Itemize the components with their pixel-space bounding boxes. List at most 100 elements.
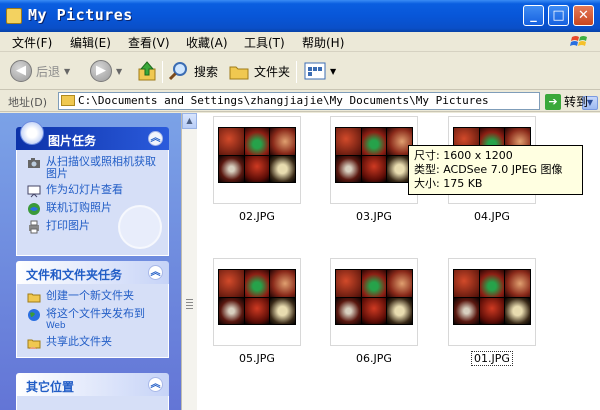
picture-tasks-panel: 图片任务 ︽ 从扫描仪或照相机获取图片 作为幻灯片查看 联机订购照片 打印图片 [16, 121, 169, 256]
task-slideshow[interactable]: 作为幻灯片查看 [27, 184, 162, 198]
address-label: 地址(D) [8, 96, 48, 109]
back-arrow-icon: ◀ [10, 60, 32, 82]
menu-favorites[interactable]: 收藏(A) [186, 34, 228, 51]
file-thumbnail[interactable]: 02.JPG [213, 116, 301, 223]
grip-icon [186, 299, 193, 309]
thumbnail-image [218, 269, 296, 325]
address-path: C:\Documents and Settings\zhangjiajie\My… [78, 94, 489, 107]
folder-icon [6, 8, 22, 24]
chevron-up-icon: ▲ [186, 116, 193, 125]
close-icon: ✕ [578, 8, 589, 23]
forward-button[interactable]: ▶ ▼ [90, 58, 122, 84]
thumbnail-image [335, 269, 413, 325]
camera-icon [28, 158, 40, 168]
search-label: 搜索 [194, 64, 219, 79]
printer-icon [29, 220, 39, 234]
address-bar: 地址(D) C:\Documents and Settings\zhangjia… [0, 90, 600, 112]
file-name: 02.JPG [239, 210, 275, 223]
file-info-tooltip: 尺寸: 1600 x 1200 类型: ACDSee 7.0 JPEG 图像 大… [408, 145, 583, 195]
search-button[interactable]: 搜索 [168, 58, 218, 84]
minimize-icon: _ [530, 8, 537, 23]
menu-view[interactable]: 查看(V) [128, 34, 170, 51]
views-button[interactable]: ▼ [304, 58, 336, 84]
tooltip-type: 类型: ACDSee 7.0 JPEG 图像 [414, 163, 563, 176]
toolbar-separator [296, 61, 297, 83]
menu-file[interactable]: 文件(F) [12, 34, 52, 51]
file-name: 01.JPG [448, 351, 536, 366]
thumbnail-image [453, 269, 531, 325]
picture-tasks-header[interactable]: 图片任务 ︽ [16, 121, 169, 150]
file-thumbnail[interactable]: 05.JPG [213, 258, 301, 365]
file-thumbnail[interactable]: 06.JPG [330, 258, 418, 365]
menu-help[interactable]: 帮助(H) [302, 34, 344, 51]
task-label: 创建一个新文件夹 [46, 289, 134, 302]
new-folder-icon [27, 293, 41, 303]
views-icon [304, 62, 326, 80]
task-label: 共享此文件夹 [46, 335, 112, 348]
thumbnail-image [218, 127, 296, 183]
file-tasks-body: 创建一个新文件夹 将这个文件夹发布到 Web 共享此文件夹 [16, 284, 169, 358]
go-button[interactable]: ➔ 转到 [545, 93, 588, 110]
scroll-up-button[interactable]: ▲ [182, 113, 197, 129]
collapse-icon[interactable]: ︽ [148, 131, 163, 146]
chevron-down-icon: ▼ [330, 66, 337, 76]
file-thumbnail[interactable]: 03.JPG [330, 116, 418, 223]
file-tasks-header[interactable]: 文件和文件夹任务 ︽ [16, 261, 169, 284]
file-name: 03.JPG [356, 210, 392, 223]
file-thumbnail-selected[interactable]: 01.JPG [448, 258, 536, 366]
maximize-button[interactable]: □ [548, 5, 569, 26]
window-title: My Pictures [28, 6, 133, 24]
back-label: 后退 [36, 64, 61, 79]
other-places-title: 其它位置 [26, 380, 75, 394]
thumbnail-frame [330, 116, 418, 204]
picture-watermark-icon [118, 205, 162, 249]
toolbar-separator [162, 61, 163, 83]
other-places-header[interactable]: 其它位置 ︽ [16, 373, 169, 396]
task-label: 从扫描仪或照相机获取图片 [46, 155, 156, 180]
folders-icon [229, 66, 249, 80]
address-input[interactable]: C:\Documents and Settings\zhangjiajie\My… [58, 92, 598, 110]
file-name: 04.JPG [474, 210, 510, 223]
menu-edit[interactable]: 编辑(E) [70, 34, 111, 51]
menu-tools[interactable]: 工具(T) [244, 34, 285, 51]
tooltip-size: 尺寸: 1600 x 1200 [414, 149, 513, 162]
close-button[interactable]: ✕ [573, 5, 594, 26]
other-places-panel: 其它位置 ︽ [16, 373, 169, 410]
thumbnail-frame [213, 258, 301, 346]
pane-splitter[interactable]: ▲ [181, 113, 197, 410]
toolbar: ◀ 后退 ▼ ▶ ▼ 搜索 文件夹 ▼ [0, 53, 600, 90]
task-get-pictures[interactable]: 从扫描仪或照相机获取图片 [27, 156, 162, 180]
task-label: 将这个文件夹发布到 [46, 307, 145, 320]
folders-button[interactable]: 文件夹 [228, 58, 290, 84]
go-label: 转到 [564, 95, 589, 109]
windows-logo-icon [570, 36, 587, 46]
minimize-button[interactable]: _ [523, 5, 544, 26]
file-name: 06.JPG [356, 352, 392, 365]
up-folder-button[interactable] [136, 58, 158, 84]
order-prints-icon [28, 203, 40, 215]
up-folder-icon [138, 61, 156, 81]
collapse-icon[interactable]: ︽ [148, 377, 163, 392]
other-places-body [16, 396, 169, 410]
folders-label: 文件夹 [254, 64, 291, 79]
task-publish-web[interactable]: 将这个文件夹发布到 Web [27, 308, 162, 332]
task-share-folder[interactable]: 共享此文件夹 [27, 336, 162, 350]
title-bar[interactable]: My Pictures _ □ ✕ [0, 0, 600, 32]
thumbnail-frame [330, 258, 418, 346]
forward-arrow-icon: ▶ [90, 60, 112, 82]
task-label-wrap: 将这个文件夹发布到 Web [46, 308, 162, 332]
back-button[interactable]: ◀ 后退 ▼ [10, 58, 70, 84]
publish-web-icon [28, 309, 40, 321]
collapse-icon[interactable]: ︽ [148, 265, 163, 280]
thumbnail-frame [213, 116, 301, 204]
menu-bar: 文件(F) 编辑(E) 查看(V) 收藏(A) 工具(T) 帮助(H) [0, 32, 600, 52]
task-sublabel: Web [46, 321, 66, 331]
chevron-down-icon: ▼ [116, 66, 123, 76]
picture-tasks-title: 图片任务 [48, 134, 97, 148]
share-folder-icon [27, 339, 41, 349]
file-tasks-panel: 文件和文件夹任务 ︽ 创建一个新文件夹 将这个文件夹发布到 Web 共享此文件夹 [16, 261, 169, 358]
task-new-folder[interactable]: 创建一个新文件夹 [27, 290, 162, 304]
thumbnail-frame [448, 258, 536, 346]
slideshow-icon [27, 185, 41, 198]
chevron-down-icon: ▼ [64, 66, 71, 76]
